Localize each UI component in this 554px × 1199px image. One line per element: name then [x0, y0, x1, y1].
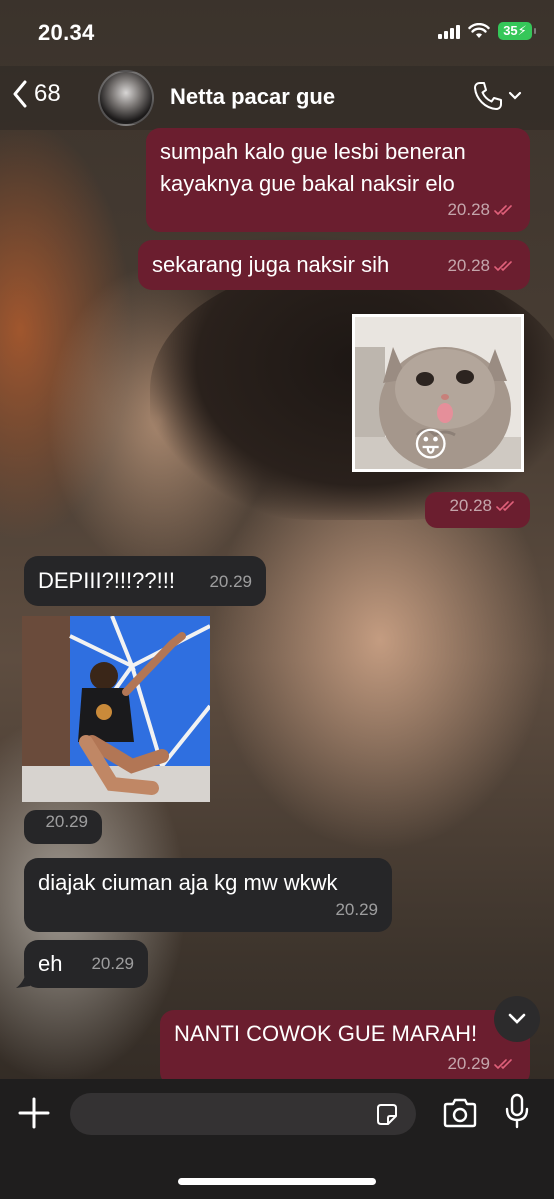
call-button[interactable] — [472, 80, 522, 112]
chat-header: 68 Netta pacar gue — [0, 66, 554, 130]
scroll-to-bottom-button[interactable] — [494, 996, 540, 1042]
read-receipt-icon — [494, 205, 512, 216]
message-time: 20.29 — [447, 1054, 490, 1073]
wifi-icon — [468, 23, 490, 38]
incoming-photo[interactable] — [22, 616, 210, 802]
read-receipt-icon — [494, 261, 512, 272]
message-time: 20.29 — [91, 954, 134, 973]
tongue-emoji: 😛 — [413, 426, 449, 464]
cellular-signal-icon — [438, 23, 460, 39]
battery-indicator: 35⚡ — [498, 22, 536, 40]
bubble-tail — [16, 972, 30, 988]
unread-count: 68 — [34, 80, 61, 107]
timestamp-bubble: 20.29 — [24, 810, 102, 844]
microphone-icon[interactable] — [505, 1093, 529, 1129]
message-time: 20.29 — [335, 900, 378, 919]
message-input[interactable] — [70, 1093, 416, 1135]
message-bubble-outgoing[interactable]: sumpah kalo gue lesbi beneran kayaknya g… — [146, 128, 530, 232]
photo-content — [22, 616, 210, 802]
back-button[interactable]: 68 — [12, 80, 61, 108]
message-time: 20.28 — [449, 496, 492, 515]
plus-icon[interactable] — [16, 1095, 52, 1131]
message-text: sumpah kalo gue lesbi beneran kayaknya g… — [160, 139, 466, 196]
camera-icon[interactable] — [442, 1098, 478, 1128]
status-bar: 20.34 35⚡ — [0, 0, 554, 66]
message-bubble-incoming[interactable]: diajak ciuman aja kg mw wkwk 20.29 — [24, 858, 392, 932]
message-bubble-outgoing[interactable]: sekarang juga naksir sih 20.28 — [138, 240, 530, 290]
read-receipt-icon — [494, 1059, 512, 1070]
chevron-left-icon — [13, 80, 27, 108]
contact-name[interactable]: Netta pacar gue — [170, 84, 335, 110]
message-time: 20.28 — [447, 256, 490, 275]
message-time: 20.28 — [447, 200, 490, 219]
battery-level: 35 — [503, 23, 518, 38]
kitten-sticker-image[interactable]: 😛 — [352, 314, 524, 472]
message-bubble-incoming[interactable]: eh 20.29 — [24, 940, 148, 988]
chevron-down-icon — [508, 1013, 526, 1024]
sticker-icon[interactable] — [374, 1102, 400, 1128]
status-time: 20.34 — [38, 20, 95, 45]
message-time: 20.29 — [45, 812, 88, 831]
home-indicator — [178, 1178, 376, 1185]
contact-avatar[interactable] — [98, 70, 154, 126]
chevron-down-icon — [508, 91, 522, 100]
read-receipt-icon — [496, 501, 514, 512]
timestamp-bubble: 20.28 — [425, 492, 530, 528]
message-time: 20.29 — [209, 572, 252, 591]
phone-icon — [474, 82, 502, 110]
message-bubble-outgoing[interactable]: NANTI COWOK GUE MARAH! 20.29 — [160, 1010, 530, 1086]
message-bubble-incoming[interactable]: DEPIII?!!!??!!! 20.29 — [24, 556, 266, 606]
